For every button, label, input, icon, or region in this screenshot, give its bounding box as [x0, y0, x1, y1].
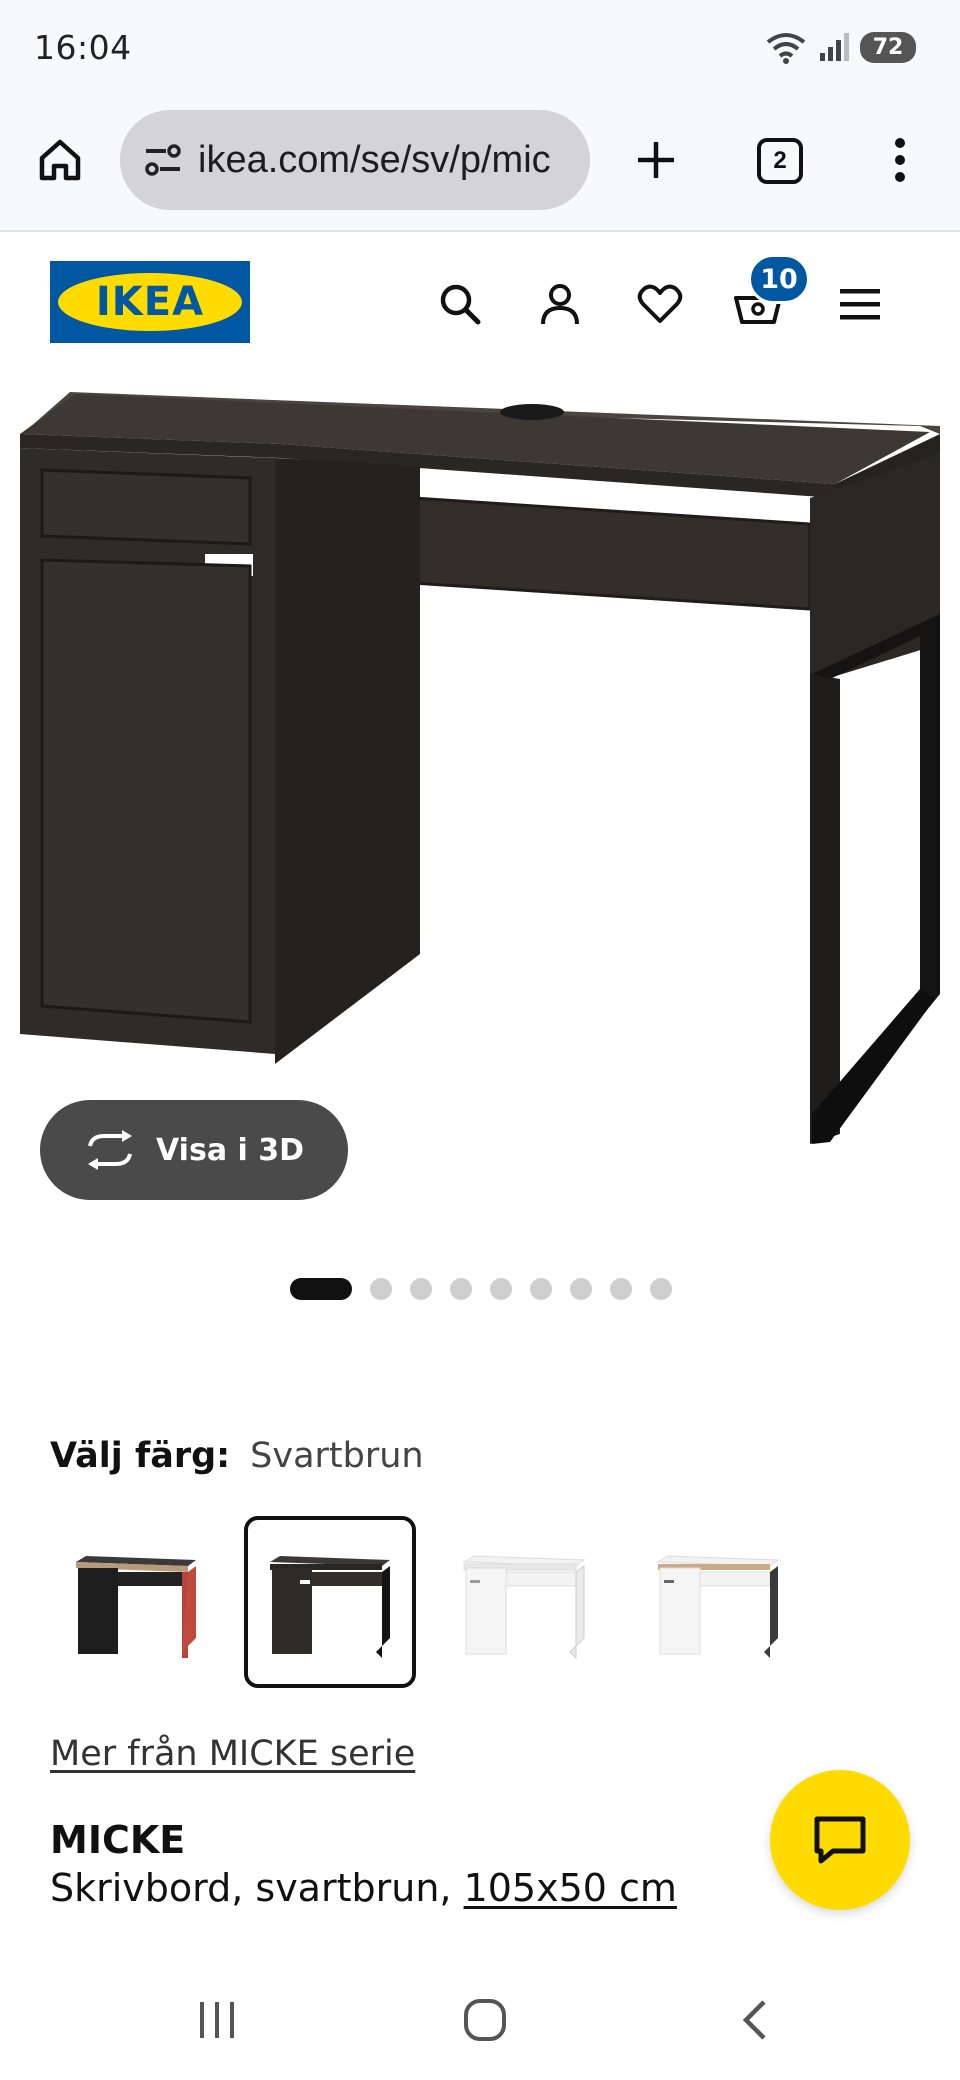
- signal-icon: [820, 33, 849, 61]
- home-circle-icon: [464, 1999, 506, 2041]
- view-in-3d-button[interactable]: Visa i 3D: [40, 1100, 348, 1200]
- browser-menu-button[interactable]: [880, 130, 920, 190]
- hamburger-icon: [840, 289, 880, 320]
- carousel-dot[interactable]: [650, 1278, 672, 1300]
- carousel-dot[interactable]: [290, 1278, 352, 1300]
- series-link[interactable]: Mer från MICKE serie: [50, 1734, 415, 1774]
- carousel-dot[interactable]: [450, 1278, 472, 1300]
- browser-toolbar: ikea.com/se/sv/p/mic 2: [0, 100, 960, 232]
- user-icon: [541, 284, 579, 325]
- system-navigation-bar: [0, 1960, 960, 2080]
- status-time: 16:04: [34, 28, 132, 67]
- site-settings-icon: [145, 144, 181, 176]
- product-image[interactable]: [0, 374, 960, 1204]
- battery-indicator: 72: [860, 31, 916, 63]
- image-carousel-indicator: [290, 1278, 672, 1300]
- color-label: Välj färg:: [50, 1436, 231, 1476]
- color-swatch-black-red[interactable]: [50, 1516, 222, 1688]
- color-swatch-white[interactable]: [438, 1516, 610, 1688]
- carousel-dot[interactable]: [570, 1278, 592, 1300]
- carousel-dot[interactable]: [410, 1278, 432, 1300]
- product-description: Skrivbord, svartbrun, 105x50 cm: [50, 1866, 677, 1910]
- product-description-text: Skrivbord, svartbrun,: [50, 1866, 464, 1910]
- carousel-dot[interactable]: [370, 1278, 392, 1300]
- back-chevron-icon: [742, 2000, 766, 2040]
- desk-thumbnail-svartbrun: [270, 1556, 390, 1658]
- product-name: MICKE: [50, 1818, 186, 1862]
- back-button[interactable]: [720, 1990, 790, 2050]
- recent-apps-icon: [200, 2002, 234, 2038]
- carousel-dot[interactable]: [530, 1278, 552, 1300]
- color-selector-heading: Välj färg: Svartbrun: [50, 1436, 424, 1476]
- desk-thumbnail-white-oak: [656, 1555, 780, 1658]
- cart-count-badge: 10: [748, 254, 810, 304]
- search-icon: [440, 284, 481, 325]
- chat-icon: [814, 1816, 866, 1864]
- search-button[interactable]: [430, 274, 490, 334]
- color-swatch-white-oak[interactable]: [632, 1516, 804, 1688]
- more-vertical-icon: [895, 138, 905, 182]
- recent-apps-button[interactable]: [182, 1990, 252, 2050]
- carousel-dot[interactable]: [610, 1278, 632, 1300]
- logo-text: IKEA: [95, 279, 205, 325]
- rotate-3d-icon: [87, 1130, 132, 1170]
- selected-color-value: Svartbrun: [250, 1436, 424, 1476]
- site-header: IKEA 10: [0, 234, 960, 374]
- main-menu-button[interactable]: [830, 274, 890, 334]
- status-icons: 72: [764, 30, 916, 64]
- plus-icon: [638, 142, 674, 178]
- color-swatch-svartbrun[interactable]: [244, 1516, 416, 1688]
- chat-button[interactable]: [770, 1770, 910, 1910]
- address-bar[interactable]: ikea.com/se/sv/p/mic: [120, 110, 590, 210]
- desk-illustration: [20, 392, 940, 1144]
- android-home-button[interactable]: [450, 1990, 520, 2050]
- home-icon: [39, 139, 81, 181]
- tab-switcher-button[interactable]: 2: [757, 138, 803, 184]
- ikea-logo[interactable]: IKEA: [50, 261, 250, 343]
- account-button[interactable]: [530, 274, 590, 334]
- new-tab-button[interactable]: [626, 130, 686, 190]
- desk-thumbnail-white: [462, 1555, 586, 1660]
- view-in-3d-label: Visa i 3D: [155, 1132, 305, 1168]
- status-bar: 16:04 72: [0, 0, 960, 100]
- wifi-icon: [766, 33, 806, 64]
- url-text: ikea.com/se/sv/p/mic: [198, 138, 551, 181]
- product-size-link[interactable]: 105x50 cm: [464, 1866, 677, 1910]
- heart-icon: [637, 284, 683, 323]
- desk-thumbnail-black-red: [76, 1556, 196, 1658]
- carousel-dot[interactable]: [490, 1278, 512, 1300]
- favourites-button[interactable]: [630, 274, 690, 334]
- browser-home-button[interactable]: [30, 130, 90, 190]
